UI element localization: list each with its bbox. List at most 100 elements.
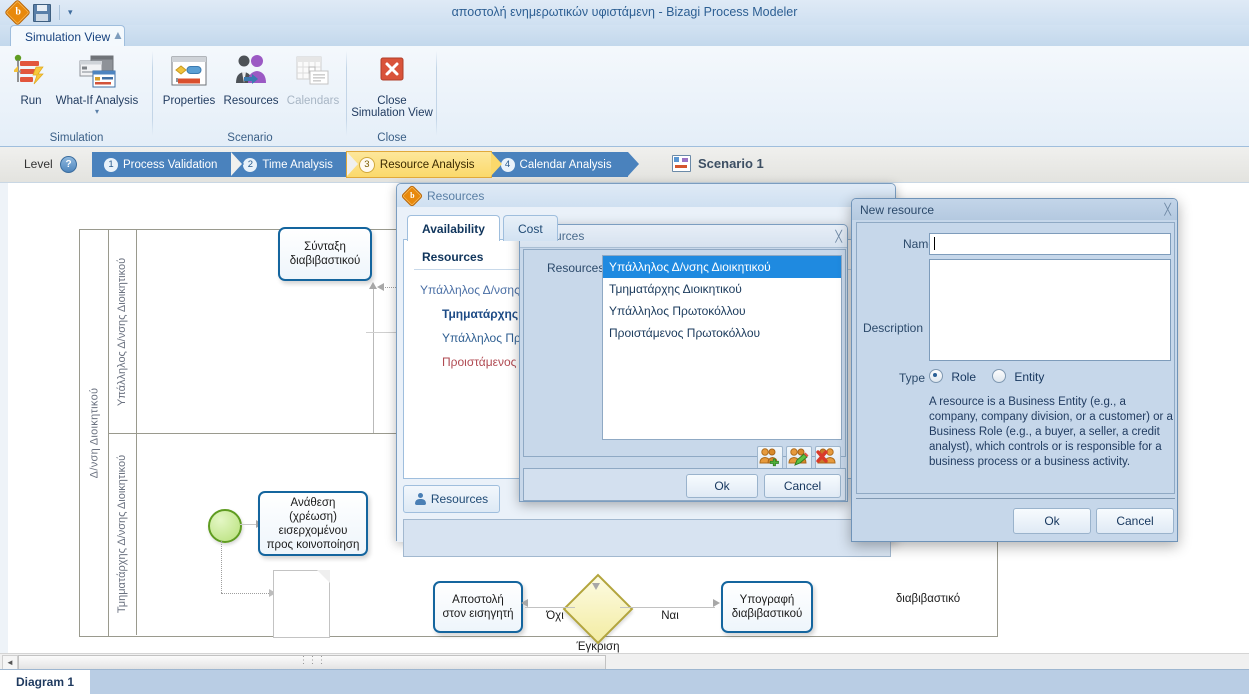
flow-label-no: Όχι — [546, 610, 564, 622]
task-label-line1: Σύνταξη — [304, 241, 346, 253]
picker-cancel-button[interactable]: Cancel — [764, 474, 841, 498]
type-option-role-label: Role — [951, 370, 977, 384]
new-resource-cancel-button[interactable]: Cancel — [1096, 508, 1174, 534]
resources-button[interactable]: Resources — [220, 52, 282, 107]
flow-label-yes: Ναι — [661, 610, 679, 622]
bpmn-task-anathesi[interactable]: Ανάθεση (χρέωση) εισερχομένου προς κοινο… — [258, 491, 368, 556]
bpmn-task-ypografi[interactable]: Υπογραφή διαβιβαστικού — [721, 581, 813, 633]
connector — [620, 607, 715, 608]
tab-availability[interactable]: Availability — [407, 215, 500, 241]
new-resource-dialog[interactable]: New resource ╳ Name Description Type Rol… — [851, 198, 1178, 542]
tab-cost[interactable]: Cost — [503, 215, 558, 241]
level-step-label: Time Analysis — [262, 158, 333, 171]
bpmn-data-object-2[interactable] — [273, 570, 330, 638]
task-label-line1: Αποστολή — [452, 594, 504, 606]
close-simulation-view-label-1: Close — [377, 95, 407, 107]
close-x-icon — [347, 52, 437, 92]
type-option-role[interactable]: Role — [929, 369, 976, 384]
horizontal-scrollbar[interactable]: ◄ — [0, 653, 1249, 671]
close-icon[interactable]: ╳ — [1164, 203, 1170, 216]
list-item[interactable]: Τμηματάρχης Διοικητικού — [603, 278, 841, 300]
level-label: Level — [24, 157, 53, 171]
bpmn-task-syntaxi[interactable]: Σύνταξη διαβιβαστικού — [278, 227, 372, 281]
scenario-icon — [672, 155, 691, 172]
resources-window-titlebar: b Resources — [397, 184, 895, 208]
properties-label: Properties — [162, 95, 216, 107]
lane-label-2: Τμηματάρχης Δ/νσης Διοικητικού — [116, 454, 128, 614]
description-field[interactable] — [929, 259, 1171, 361]
new-resource-footer: Ok Cancel — [856, 498, 1175, 539]
arrow-icon — [377, 283, 384, 291]
close-simulation-view-button[interactable]: Close Simulation View — [347, 52, 437, 119]
bizagi-orb-icon: b — [400, 184, 424, 207]
level-step-number: 3 — [358, 156, 375, 173]
radio-icon[interactable] — [929, 369, 943, 383]
connector — [525, 607, 575, 608]
users-delete-icon — [816, 448, 836, 464]
name-field[interactable] — [929, 233, 1171, 255]
level-step-number: 4 — [500, 157, 515, 172]
type-option-entity-label: Entity — [1014, 370, 1045, 384]
close-simulation-view-label-2: Simulation View — [351, 107, 433, 119]
association-line — [221, 541, 222, 593]
task-label-line2: διαβιβαστικού — [289, 255, 361, 267]
chevron-up-icon[interactable]: ▲ — [112, 28, 124, 42]
type-option-entity[interactable]: Entity — [992, 369, 1044, 384]
level-step-time-analysis[interactable]: 2 Time Analysis — [231, 152, 360, 177]
add-resource-button[interactable] — [757, 446, 783, 470]
bpmn-start-event[interactable] — [208, 509, 242, 543]
delete-resource-button[interactable] — [815, 446, 841, 470]
text-caret — [934, 237, 935, 250]
bpmn-task-apostoli[interactable]: Αποστολή στον εισηγητή — [433, 581, 523, 633]
resources-listbox[interactable]: Υπάλληλος Δ/νσης Διοικητικού Τμηματάρχης… — [602, 255, 842, 440]
resources-picker-dialog[interactable]: Resources ╳ Resources Υπάλληλος Δ/νσης Δ… — [519, 224, 848, 502]
list-item[interactable]: Υπάλληλος Πρωτοκόλλου — [603, 300, 841, 322]
run-simulation-icon — [10, 52, 52, 92]
ribbon-group-simulation: Run What-If Analysis ▾ Simulation — [0, 46, 153, 146]
level-step-resource-analysis[interactable]: 3 Resource Analysis — [346, 152, 502, 177]
level-step-process-validation[interactable]: 1 Process Validation — [92, 152, 245, 177]
diagram-tab[interactable]: Diagram 1 — [0, 670, 91, 694]
resources-window-footer — [403, 519, 891, 557]
list-item[interactable]: Υπάλληλος Δ/νσης Διοικητικού — [603, 256, 841, 278]
properties-button[interactable]: Properties — [158, 52, 220, 107]
task-label-line1: Ανάθεση — [290, 496, 336, 509]
task-label-line1: Υπογραφή — [739, 594, 795, 606]
radio-icon[interactable] — [992, 369, 1006, 383]
calendars-button[interactable]: Calendars — [282, 52, 344, 107]
tab-simulation-view[interactable]: Simulation View — [10, 25, 126, 47]
connector — [373, 288, 374, 433]
list-item[interactable]: Προιστάμενος Πρωτοκόλλου — [603, 322, 841, 344]
task-label-line4: προς κοινοποίηση — [266, 538, 360, 551]
pool-label: Δ/νση Διοικητικού — [88, 387, 100, 479]
resources-picker-toolbar — [757, 446, 841, 470]
resources-nav-button[interactable]: Resources — [403, 485, 500, 513]
picker-ok-button[interactable]: Ok — [686, 474, 758, 498]
edit-resource-button[interactable] — [786, 446, 812, 470]
arrow-icon — [369, 282, 377, 289]
calendars-icon — [282, 52, 344, 92]
task-label-line3: εισερχομένου — [278, 524, 348, 537]
canvas-gutter — [0, 183, 8, 654]
level-step-calendar-analysis[interactable]: 4 Calendar Analysis — [488, 152, 639, 177]
new-resource-ok-button[interactable]: Ok — [1013, 508, 1091, 534]
calendars-label: Calendars — [286, 95, 340, 107]
what-if-analysis-label: What-If Analysis — [55, 95, 139, 107]
help-icon[interactable]: ? — [60, 156, 77, 173]
chevron-down-icon[interactable]: ▾ — [52, 108, 142, 116]
scenario-selector[interactable]: Scenario 1 — [672, 155, 764, 172]
window-title: αποστολή ενημερωτικών υφιστάμενη - Bizag… — [451, 5, 798, 19]
level-step-label: Resource Analysis — [379, 158, 475, 171]
what-if-analysis-button[interactable]: What-If Analysis ▾ — [52, 52, 142, 116]
arrow-icon — [521, 599, 528, 607]
resources-picker-field-label: Resources — [547, 261, 605, 275]
gateway-label-line1: Έγκριση — [576, 641, 620, 653]
task-label-line2: στον εισηγητή — [442, 608, 514, 620]
close-icon[interactable]: ╳ — [835, 230, 841, 243]
new-resource-hint: A resource is a Business Entity (e.g., a… — [929, 396, 1173, 468]
ribbon: Run What-If Analysis ▾ Simulation Proper… — [0, 46, 1249, 147]
run-button[interactable]: Run — [10, 52, 52, 107]
level-step-label: Calendar Analysis — [519, 158, 612, 171]
association-line — [221, 593, 271, 594]
what-if-analysis-icon — [52, 52, 142, 92]
